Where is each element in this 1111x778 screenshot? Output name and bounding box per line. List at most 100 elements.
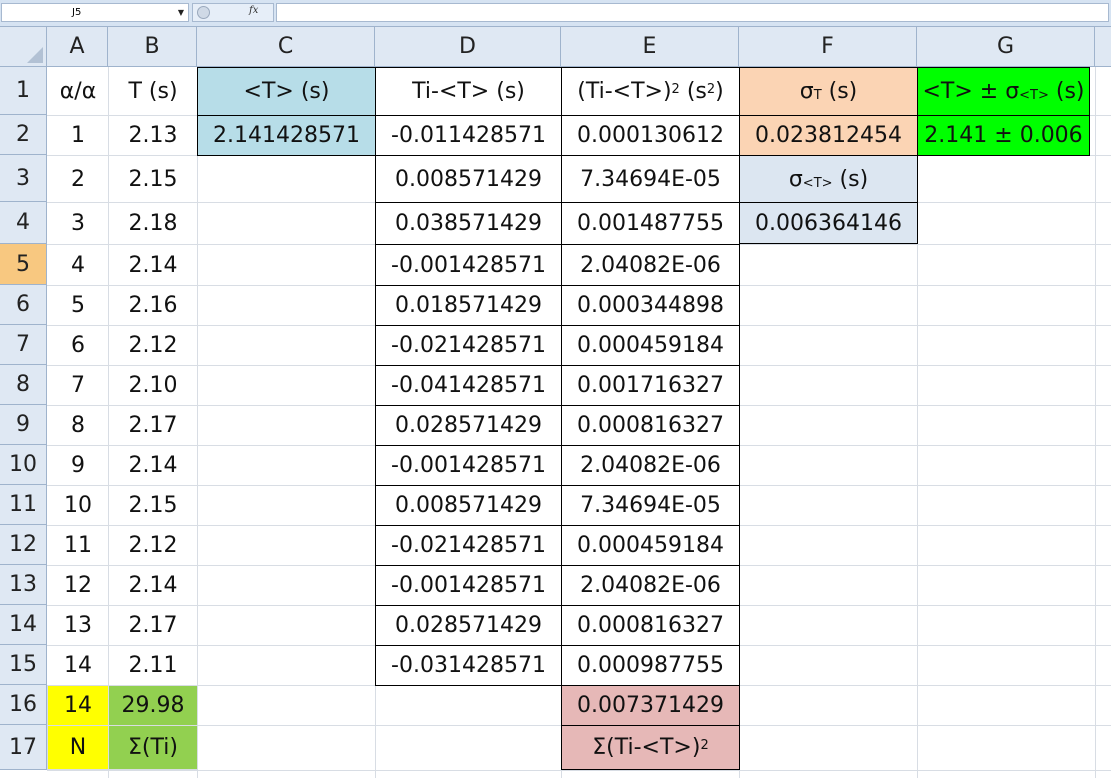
cell-a2[interactable]: 1	[47, 115, 109, 156]
row-header-2[interactable]: 2	[0, 115, 47, 155]
cell-b6[interactable]: 2.16	[108, 285, 198, 326]
cell-b8[interactable]: 2.10	[108, 365, 198, 406]
cell-g1[interactable]: <T> ± σ <T> (s)	[917, 67, 1090, 116]
cell-d3[interactable]: 0.008571429	[375, 155, 562, 203]
row-header-16[interactable]: 16	[0, 685, 47, 725]
cell-a11[interactable]: 10	[47, 485, 109, 526]
cell-a14[interactable]: 13	[47, 605, 109, 646]
cell-b13[interactable]: 2.14	[108, 565, 198, 606]
cell-b14[interactable]: 2.17	[108, 605, 198, 646]
cell-a16[interactable]: 14	[47, 685, 109, 726]
cell-c1[interactable]: <T> (s)	[197, 67, 376, 116]
cell-e1[interactable]: (Ti-<T>) 2 (s 2)	[561, 67, 740, 116]
cell-b11[interactable]: 2.15	[108, 485, 198, 526]
cell-a13[interactable]: 12	[47, 565, 109, 606]
cell-b15[interactable]: 2.11	[108, 645, 198, 686]
row-header-3[interactable]: 3	[0, 155, 47, 202]
cell-e3[interactable]: 7.34694E-05	[561, 155, 740, 203]
name-box-dropdown-icon[interactable]: ▼	[178, 4, 184, 21]
col-header-d[interactable]: D	[375, 27, 561, 67]
row-header-17[interactable]: 17	[0, 725, 47, 770]
cell-a5[interactable]: 4	[47, 244, 109, 286]
cell-a17[interactable]: N	[47, 725, 109, 770]
cell-e15[interactable]: 0.000987755	[561, 645, 740, 686]
cell-e9[interactable]: 0.000816327	[561, 405, 740, 446]
col-header-b[interactable]: B	[108, 27, 197, 67]
cell-e4[interactable]: 0.001487755	[561, 202, 740, 245]
cell-a7[interactable]: 6	[47, 325, 109, 366]
cell-b17[interactable]: Σ(Ti)	[108, 725, 198, 770]
row-header-5[interactable]: 5	[0, 244, 47, 285]
formula-input[interactable]	[276, 3, 1109, 22]
row-header-13[interactable]: 13	[0, 565, 47, 605]
col-header-e[interactable]: E	[561, 27, 739, 67]
col-header-g[interactable]: G	[917, 27, 1095, 67]
cell-d14[interactable]: 0.028571429	[375, 605, 562, 646]
cell-b3[interactable]: 2.15	[108, 155, 198, 203]
cell-a4[interactable]: 3	[47, 202, 109, 245]
cell-f1[interactable]: σT (s)	[739, 67, 918, 116]
cell-e10[interactable]: 2.04082E-06	[561, 445, 740, 486]
cell-b4[interactable]: 2.18	[108, 202, 198, 245]
select-all-button[interactable]	[0, 27, 47, 67]
cell-e8[interactable]: 0.001716327	[561, 365, 740, 406]
cell-d5[interactable]: -0.001428571	[375, 244, 562, 286]
cell-d15[interactable]: -0.031428571	[375, 645, 562, 686]
cell-e12[interactable]: 0.000459184	[561, 525, 740, 566]
row-header-11[interactable]: 11	[0, 485, 47, 525]
cell-d10[interactable]: -0.001428571	[375, 445, 562, 486]
cell-d4[interactable]: 0.038571429	[375, 202, 562, 245]
cell-a8[interactable]: 7	[47, 365, 109, 406]
cell-b9[interactable]: 2.17	[108, 405, 198, 446]
insert-function-button[interactable]: fx	[249, 5, 258, 16]
cell-a3[interactable]: 2	[47, 155, 109, 203]
row-header-14[interactable]: 14	[0, 605, 47, 645]
cell-e16[interactable]: 0.007371429	[561, 685, 740, 726]
row-header-12[interactable]: 12	[0, 525, 47, 565]
row-header-15[interactable]: 15	[0, 645, 47, 685]
scroll-handle-icon[interactable]	[197, 6, 210, 19]
cell-d9[interactable]: 0.028571429	[375, 405, 562, 446]
row-header-1[interactable]: 1	[0, 67, 47, 115]
row-header-8[interactable]: 8	[0, 365, 47, 405]
col-header-c[interactable]: C	[197, 27, 375, 67]
cell-a12[interactable]: 11	[47, 525, 109, 566]
cell-b16[interactable]: 29.98	[108, 685, 198, 726]
cell-b7[interactable]: 2.12	[108, 325, 198, 366]
cell-b5[interactable]: 2.14	[108, 244, 198, 286]
cell-e5[interactable]: 2.04082E-06	[561, 244, 740, 286]
cell-e14[interactable]: 0.000816327	[561, 605, 740, 646]
row-header-7[interactable]: 7	[0, 325, 47, 365]
cell-d7[interactable]: -0.021428571	[375, 325, 562, 366]
cell-d11[interactable]: 0.008571429	[375, 485, 562, 526]
cell-a1[interactable]: α/α	[47, 67, 109, 116]
cell-a10[interactable]: 9	[47, 445, 109, 486]
cell-d2[interactable]: -0.011428571	[375, 115, 562, 156]
cell-a6[interactable]: 5	[47, 285, 109, 326]
cell-g2[interactable]: 2.141 ± 0.006	[917, 115, 1090, 156]
row-header-6[interactable]: 6	[0, 285, 47, 325]
cell-e2[interactable]: 0.000130612	[561, 115, 740, 156]
cell-e6[interactable]: 0.000344898	[561, 285, 740, 326]
cell-f2[interactable]: 0.023812454	[739, 115, 918, 156]
cell-d12[interactable]: -0.021428571	[375, 525, 562, 566]
cell-e13[interactable]: 2.04082E-06	[561, 565, 740, 606]
cell-d6[interactable]: 0.018571429	[375, 285, 562, 326]
col-header-h[interactable]	[1095, 27, 1111, 67]
cell-d8[interactable]: -0.041428571	[375, 365, 562, 406]
cell-a9[interactable]: 8	[47, 405, 109, 446]
cell-b10[interactable]: 2.14	[108, 445, 198, 486]
col-header-f[interactable]: F	[739, 27, 917, 67]
cell-f4[interactable]: 0.006364146	[739, 202, 918, 244]
cell-c2[interactable]: 2.141428571	[197, 115, 376, 156]
cell-e17[interactable]: Σ(Ti-<T>) 2	[561, 725, 740, 770]
cell-e7[interactable]: 0.000459184	[561, 325, 740, 366]
row-header-4[interactable]: 4	[0, 202, 47, 244]
row-header-9[interactable]: 9	[0, 405, 47, 445]
col-header-a[interactable]: A	[47, 27, 108, 67]
cell-f3[interactable]: σ <T> (s)	[739, 155, 918, 203]
name-box[interactable]: J5 ▼	[1, 3, 189, 22]
cell-e11[interactable]: 7.34694E-05	[561, 485, 740, 526]
cell-a15[interactable]: 14	[47, 645, 109, 686]
cell-d1[interactable]: Ti-<T> (s)	[375, 67, 562, 116]
